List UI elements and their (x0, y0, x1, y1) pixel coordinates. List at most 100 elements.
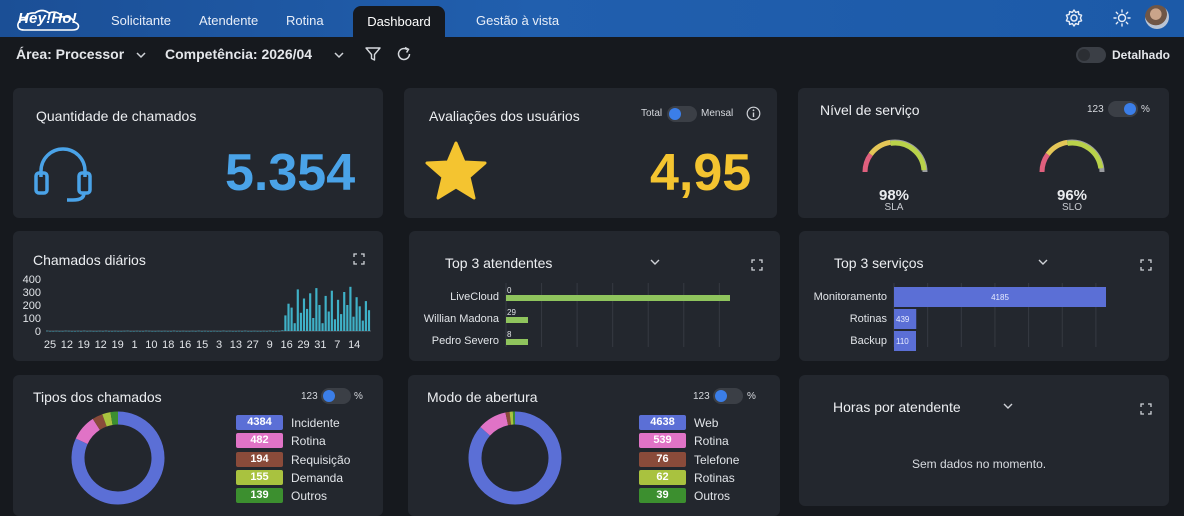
daily-bar (157, 330, 160, 332)
top-navigation: Hey!Ho! Solicitante Atendente Rotina Das… (0, 0, 1184, 37)
daily-bar (61, 331, 64, 332)
x-tick-label: 9 (267, 339, 273, 351)
area-filter[interactable]: Área: Processor (16, 46, 124, 62)
daily-bar (182, 330, 185, 332)
daily-bar (343, 292, 346, 331)
daily-bar (364, 301, 367, 331)
legend-value-badge: 539 (639, 433, 686, 449)
daily-bar (259, 331, 262, 332)
nav-dashboard-tab[interactable]: Dashboard (353, 6, 445, 37)
daily-bar (107, 331, 111, 332)
x-tick-label: 12 (95, 339, 107, 351)
category-label: Pedro Severo (432, 335, 499, 347)
daily-bar (256, 331, 259, 332)
daily-bar (114, 330, 117, 332)
daily-bar (355, 297, 358, 331)
daily-bar (98, 330, 101, 332)
nav-gestao-a-vista[interactable]: Gestão à vista (476, 13, 559, 28)
empty-state-message: Sem dados no momento. (912, 457, 1047, 471)
legend-item[interactable]: 482 Rotina (236, 433, 376, 449)
daily-bar (284, 315, 287, 331)
quantidade-value: 5.354 (225, 144, 356, 202)
bar (506, 339, 528, 345)
daily-bar (290, 307, 293, 331)
user-avatar[interactable] (1145, 5, 1169, 29)
settings-gear-icon[interactable] (1064, 8, 1084, 28)
expand-icon[interactable] (751, 259, 763, 271)
competencia-filter[interactable]: Competência: 2026/04 (165, 46, 312, 62)
daily-bar (117, 331, 120, 332)
daily-bar (104, 330, 107, 332)
refresh-icon[interactable] (395, 45, 413, 63)
chevron-down-icon[interactable] (649, 258, 661, 266)
nav-rotina[interactable]: Rotina (286, 13, 324, 28)
theme-sun-icon[interactable] (1112, 8, 1132, 28)
nivel-123-percent-toggle[interactable] (1108, 101, 1138, 117)
legend-item[interactable]: 194 Requisição (236, 451, 376, 468)
avaliacoes-value: 4,95 (650, 144, 752, 202)
top-servicos-chart: Monitoramento 4185 Rotinas 439 Backup 110 (814, 283, 1106, 351)
x-tick-label: 29 (297, 339, 309, 351)
daily-bar (333, 319, 337, 331)
daily-bar (210, 331, 213, 332)
legend-item[interactable]: 39 Outros (639, 488, 779, 504)
gauge-value-arc (1067, 140, 1104, 169)
sla-gauge (862, 139, 928, 173)
expand-icon[interactable] (353, 253, 365, 265)
star-icon (425, 141, 487, 200)
expand-icon[interactable] (1140, 259, 1152, 271)
legend-value-badge: 4638 (639, 415, 686, 430)
bar-value-label: 8 (507, 330, 512, 339)
daily-bar (163, 330, 166, 332)
daily-bar (145, 330, 148, 332)
expand-icon[interactable] (1140, 403, 1152, 415)
daily-bar (247, 331, 250, 332)
card-horas-atendente: Horas por atendente Sem dados no momento… (799, 375, 1169, 506)
daily-bar (296, 289, 299, 331)
tipos-legend: 4384 Incidente 482 Rotina 194 Requisição 155 De… (236, 415, 376, 515)
legend-item[interactable]: 76 Telefone (639, 451, 779, 468)
nav-atendente[interactable]: Atendente (199, 13, 258, 28)
daily-bar (138, 331, 142, 332)
legend-item[interactable]: 4638 Web (639, 415, 779, 431)
daily-bar (151, 331, 154, 332)
daily-bar (324, 295, 327, 331)
x-tick-label: 14 (348, 339, 360, 351)
detalhado-toggle[interactable] (1076, 47, 1106, 63)
daily-bar (148, 330, 151, 332)
daily-bar (222, 330, 225, 332)
legend-item[interactable]: 4384 Incidente (236, 415, 376, 431)
sla-label: SLA (884, 202, 904, 213)
daily-bar (367, 310, 371, 331)
legend-item[interactable]: 539 Rotina (639, 433, 779, 449)
modo-123-percent-toggle[interactable] (713, 388, 743, 404)
daily-bar (132, 331, 135, 332)
daily-bar (278, 330, 281, 332)
total-mensal-toggle[interactable] (667, 106, 697, 122)
daily-bar (123, 330, 126, 332)
card-title: Avaliações dos usuários (429, 108, 580, 124)
legend-item[interactable]: 139 Outros (236, 488, 376, 504)
category-label: Backup (850, 335, 887, 347)
daily-bar (349, 286, 352, 331)
daily-bar (154, 331, 157, 332)
toggle-label-percent: % (1141, 104, 1150, 115)
daily-bar (64, 330, 67, 332)
tipos-123-percent-toggle[interactable] (321, 388, 351, 404)
nav-solicitante[interactable]: Solicitante (111, 13, 171, 28)
daily-bar (135, 330, 138, 332)
daily-bar (169, 331, 172, 332)
daily-bar (327, 311, 330, 331)
filter-funnel-icon[interactable] (364, 45, 382, 63)
daily-bar (228, 330, 231, 332)
chevron-down-icon[interactable] (135, 51, 147, 59)
legend-item[interactable]: 155 Demanda (236, 469, 376, 486)
x-tick-label: 16 (179, 339, 191, 351)
chevron-down-icon[interactable] (1037, 258, 1049, 266)
chevron-down-icon[interactable] (1002, 402, 1014, 410)
chevron-down-icon[interactable] (333, 51, 345, 59)
toggle-label-123: 123 (1087, 104, 1104, 115)
legend-item[interactable]: 62 Rotinas (639, 469, 779, 486)
info-icon[interactable] (746, 106, 761, 121)
daily-bar (299, 312, 302, 331)
